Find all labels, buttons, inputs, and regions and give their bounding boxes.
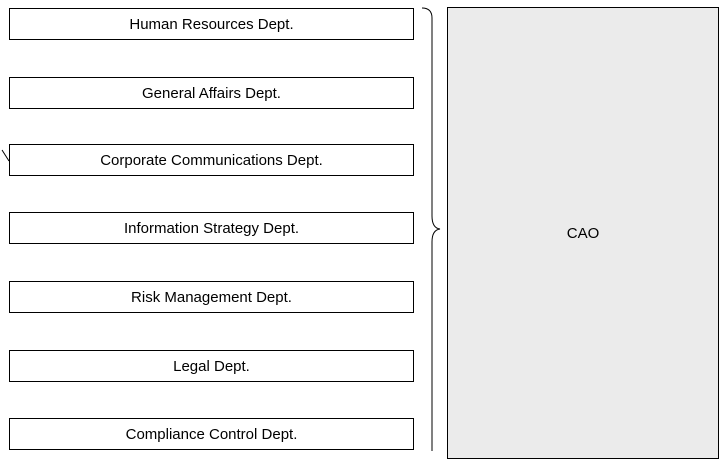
- dept-label: Corporate Communications Dept.: [100, 151, 323, 169]
- dept-box-corporate-communications: Corporate Communications Dept.: [9, 144, 414, 176]
- grouping-brace: [421, 7, 441, 451]
- side-pointer-line: [1, 149, 10, 162]
- dept-box-compliance-control: Compliance Control Dept.: [9, 418, 414, 450]
- dept-box-human-resources: Human Resources Dept.: [9, 8, 414, 40]
- dept-label: Compliance Control Dept.: [125, 425, 298, 443]
- cao-box: CAO: [447, 7, 719, 459]
- dept-box-general-affairs: General Affairs Dept.: [9, 77, 414, 109]
- dept-label: General Affairs Dept.: [142, 84, 281, 102]
- dept-box-risk-management: Risk Management Dept.: [9, 281, 414, 313]
- dept-label: Risk Management Dept.: [131, 288, 292, 306]
- cao-label: CAO: [566, 224, 600, 242]
- dept-label: Legal Dept.: [173, 357, 250, 375]
- dept-label: Human Resources Dept.: [129, 15, 294, 33]
- dept-box-legal: Legal Dept.: [9, 350, 414, 382]
- dept-box-information-strategy: Information Strategy Dept.: [9, 212, 414, 244]
- dept-label: Information Strategy Dept.: [123, 219, 300, 237]
